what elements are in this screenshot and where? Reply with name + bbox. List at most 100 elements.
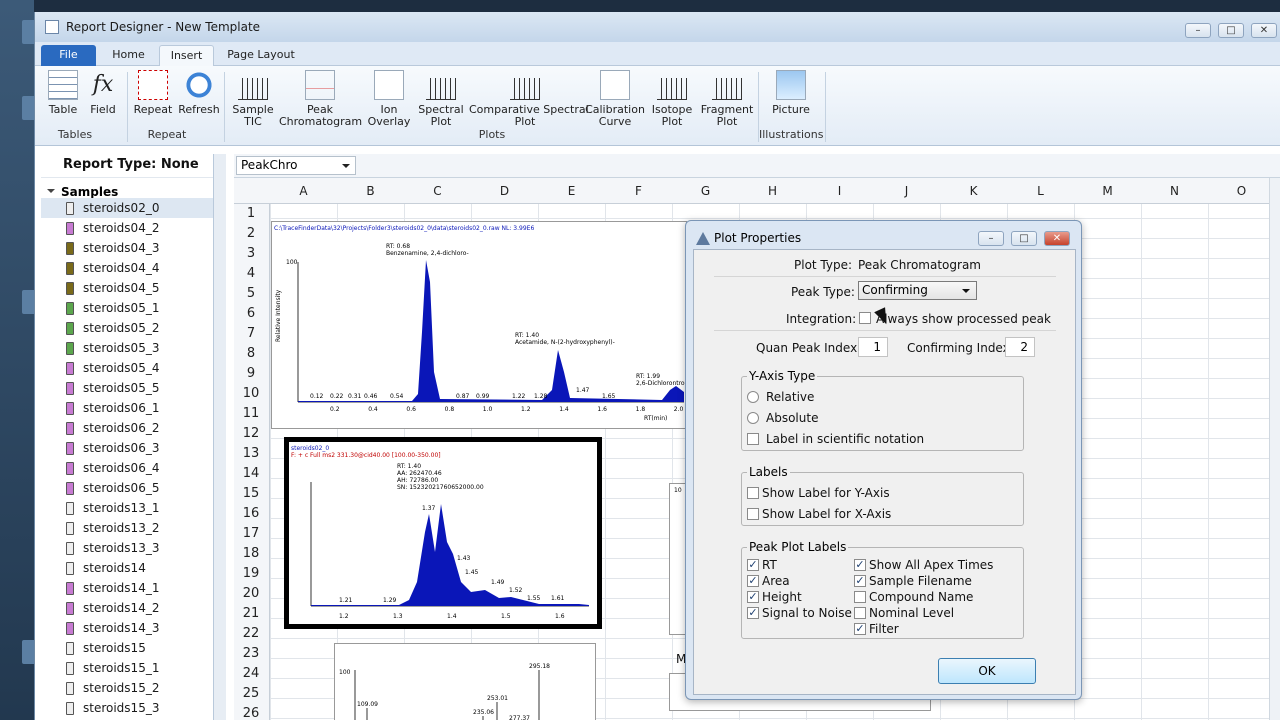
column-header[interactable]: B	[337, 184, 404, 198]
sample-item[interactable]: steroids15_1	[41, 658, 213, 678]
sample-item[interactable]: steroids04_3	[41, 238, 213, 258]
table-button[interactable]: Table	[43, 70, 83, 116]
row-header[interactable]: 21	[234, 606, 268, 621]
spectral-plot-button[interactable]: Spectral Plot	[417, 70, 465, 128]
row-header[interactable]: 20	[234, 586, 268, 601]
row-header[interactable]: 9	[234, 366, 268, 381]
row-header[interactable]: 15	[234, 486, 268, 501]
row-header[interactable]: 11	[234, 406, 268, 421]
dialog-close-button[interactable]: ✕	[1044, 231, 1070, 246]
peak-plot-label-checkbox[interactable]: ✓	[747, 591, 759, 603]
taskbar-icon[interactable]	[22, 290, 34, 314]
row-header[interactable]: 22	[234, 626, 268, 641]
column-header[interactable]: F	[605, 184, 672, 198]
sample-item[interactable]: steroids05_3	[41, 338, 213, 358]
column-header[interactable]: N	[1141, 184, 1208, 198]
panel-splitter[interactable]	[214, 154, 226, 720]
sample-item[interactable]: steroids06_3	[41, 438, 213, 458]
peak-plot-label-checkbox[interactable]	[854, 607, 866, 619]
calibration-curve-button[interactable]: Calibration Curve	[585, 70, 645, 128]
peak-plot-label-checkbox[interactable]: ✓	[854, 623, 866, 635]
minimize-button[interactable]: –	[1185, 23, 1211, 38]
tab-home[interactable]: Home	[101, 45, 156, 66]
peak-chromatogram-plot-1[interactable]: C:\TraceFinderData\32\Projects\Folder3\s…	[271, 221, 687, 429]
row-header[interactable]: 2	[234, 226, 268, 241]
column-header[interactable]: K	[940, 184, 1007, 198]
peak-plot-label-checkbox[interactable]: ✓	[747, 575, 759, 587]
field-button[interactable]: fx Field	[83, 70, 123, 116]
row-header[interactable]: 8	[234, 346, 268, 361]
row-header[interactable]: 24	[234, 666, 268, 681]
scientific-notation-checkbox[interactable]	[747, 433, 759, 445]
peak-plot-label-checkbox[interactable]: ✓	[854, 559, 866, 571]
row-header[interactable]: 12	[234, 426, 268, 441]
peak-plot-label-checkbox[interactable]: ✓	[747, 607, 759, 619]
row-header[interactable]: 14	[234, 466, 268, 481]
column-header[interactable]: L	[1007, 184, 1074, 198]
show-y-axis-label-checkbox[interactable]	[747, 487, 759, 499]
sample-item[interactable]: steroids06_1	[41, 398, 213, 418]
sample-item[interactable]: steroids14	[41, 558, 213, 578]
relative-radio[interactable]	[747, 391, 759, 403]
row-header[interactable]: 6	[234, 306, 268, 321]
column-header[interactable]: M	[1074, 184, 1141, 198]
peak-type-select[interactable]: Confirming	[858, 281, 977, 300]
show-x-axis-label-checkbox[interactable]	[747, 508, 759, 520]
dialog-maximize-button[interactable]: □	[1011, 231, 1037, 246]
peak-plot-label-checkbox[interactable]: ✓	[854, 575, 866, 587]
dialog-minimize-button[interactable]: –	[978, 231, 1004, 246]
peak-chromatogram-plot-2[interactable]: steroids02_0 F: + c Full ms2 331.30@cid4…	[284, 437, 602, 629]
sample-item[interactable]: steroids14_1	[41, 578, 213, 598]
sample-item[interactable]: steroids13_2	[41, 518, 213, 538]
taskbar-icon[interactable]	[22, 96, 34, 120]
sample-item[interactable]: steroids05_4	[41, 358, 213, 378]
vertical-scrollbar[interactable]	[1269, 178, 1280, 720]
row-header[interactable]: 5	[234, 286, 268, 301]
sample-item[interactable]: steroids15	[41, 638, 213, 658]
ion-overlay-button[interactable]: Ion Overlay	[365, 70, 413, 128]
sample-item[interactable]: steroids15_2	[41, 678, 213, 698]
sample-item[interactable]: steroids04_4	[41, 258, 213, 278]
fragment-plot-button[interactable]: Fragment Plot	[699, 70, 755, 128]
sample-item[interactable]: steroids05_1	[41, 298, 213, 318]
column-header[interactable]: E	[538, 184, 605, 198]
row-header[interactable]: 4	[234, 266, 268, 281]
taskbar-icon[interactable]	[22, 20, 34, 44]
peak-chromatogram-button[interactable]: Peak Chromatogram	[279, 70, 362, 128]
column-header[interactable]: C	[404, 184, 471, 198]
sample-item[interactable]: steroids06_2	[41, 418, 213, 438]
ok-button[interactable]: OK	[938, 658, 1036, 684]
sample-item[interactable]: steroids05_2	[41, 318, 213, 338]
maximize-button[interactable]: □	[1218, 23, 1244, 38]
confirming-index-input[interactable]: 2	[1005, 337, 1035, 357]
spectral-plot-3[interactable]: 100 295.18109.09253.01235.06277.37209.24	[334, 643, 596, 720]
row-header[interactable]: 13	[234, 446, 268, 461]
absolute-radio[interactable]	[747, 412, 759, 424]
row-header[interactable]: 25	[234, 686, 268, 701]
sample-item[interactable]: steroids05_5	[41, 378, 213, 398]
sample-item[interactable]: steroids13_3	[41, 538, 213, 558]
always-show-processed-peak-checkbox[interactable]	[859, 312, 871, 324]
close-button[interactable]: ✕	[1251, 23, 1277, 38]
row-header[interactable]: 16	[234, 506, 268, 521]
row-header[interactable]: 18	[234, 546, 268, 561]
name-box-dropdown[interactable]: PeakChro	[236, 156, 356, 175]
column-header[interactable]: D	[471, 184, 538, 198]
picture-button[interactable]: Picture	[763, 70, 819, 116]
row-header[interactable]: 1	[234, 206, 268, 221]
row-header[interactable]: 7	[234, 326, 268, 341]
refresh-button[interactable]: Refresh	[177, 70, 221, 116]
sample-tic-button[interactable]: Sample TIC	[229, 70, 277, 128]
row-header[interactable]: 10	[234, 386, 268, 401]
tab-page-layout[interactable]: Page Layout	[221, 45, 301, 66]
sample-item[interactable]: steroids06_5	[41, 478, 213, 498]
sample-item[interactable]: steroids02_0	[41, 198, 213, 218]
sample-item[interactable]: steroids04_2	[41, 218, 213, 238]
row-header[interactable]: 26	[234, 706, 268, 720]
column-header[interactable]: H	[739, 184, 806, 198]
row-header[interactable]: 23	[234, 646, 268, 661]
peak-plot-label-checkbox[interactable]: ✓	[747, 559, 759, 571]
row-header[interactable]: 19	[234, 566, 268, 581]
isotope-plot-button[interactable]: Isotope Plot	[647, 70, 697, 128]
comparative-spectral-plot-button[interactable]: Comparative Spectral Plot	[469, 70, 589, 128]
